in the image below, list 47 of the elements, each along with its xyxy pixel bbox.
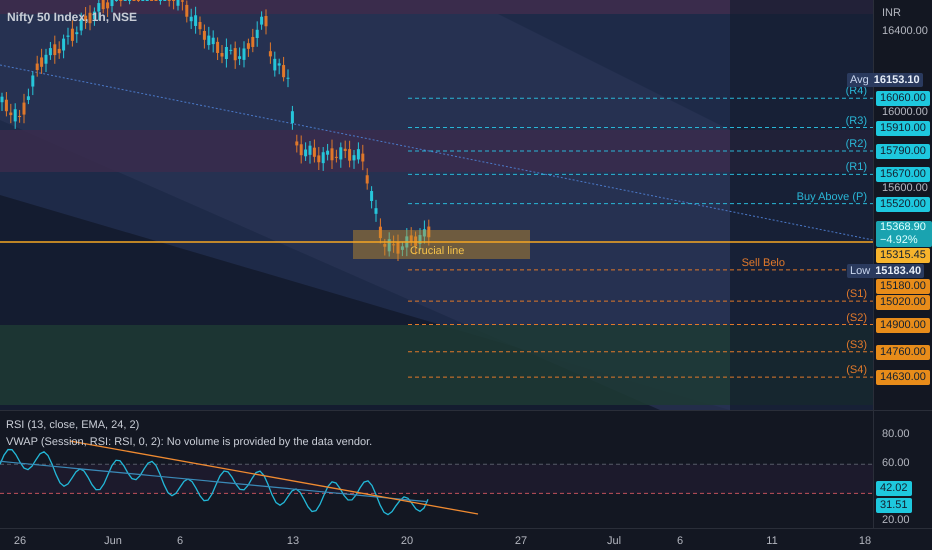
time-tick: 11	[766, 534, 778, 549]
level-label: (R3)	[846, 116, 867, 127]
rsi-tick: 80.00	[882, 429, 910, 440]
level-label: (S2)	[846, 312, 867, 324]
time-tick: 26	[14, 534, 26, 549]
time-tick: 27	[514, 534, 528, 549]
level-label: Buy Above (P)	[796, 192, 867, 203]
time-tick: Jun	[104, 534, 122, 549]
level-label: (S4)	[846, 365, 867, 376]
rsi-tick: 60.00	[882, 458, 910, 470]
time-tick: 20	[400, 534, 414, 549]
stat-label: Low	[850, 264, 870, 279]
price-tag: 15315.45	[876, 248, 930, 264]
price-tick: 16000.00	[882, 107, 928, 118]
time-tick: 6	[676, 534, 684, 549]
rsi-value-tag: 42.02	[876, 481, 912, 496]
time-tick: 13	[286, 534, 300, 549]
level-price-tag: 14760.00	[876, 344, 930, 360]
rsi-title: RSI (13, close, EMA, 24, 2)	[6, 418, 140, 433]
level-price-tag: 15180.00	[876, 279, 930, 294]
level-label: (R2)	[846, 138, 867, 150]
last-price: 15368.90	[880, 221, 927, 234]
level-label: Sell Belo	[742, 258, 785, 269]
level-label: (S3)	[846, 340, 867, 351]
currency-label: INR	[882, 6, 901, 21]
rsi-note: VWAP (Session, RSI: RSI, 0, 2): No volume is provided by the data vendor.	[6, 435, 372, 450]
level-price-tag: 15520.00	[876, 196, 930, 212]
level-label: (R1)	[846, 162, 867, 174]
level-price-tag: 15670.00	[876, 167, 930, 182]
level-label: (S1)	[846, 289, 867, 300]
time-tick: 6	[176, 534, 184, 549]
level-price-tag: 16060.00	[876, 91, 930, 106]
level-price-tag: 15790.00	[876, 144, 930, 159]
level-price-tag: 15910.00	[876, 120, 930, 136]
level-price-tag: 14630.00	[876, 370, 930, 386]
rsi-tick: 20.00	[882, 515, 910, 526]
level-price-tag: 15020.00	[876, 295, 930, 310]
price-tick: 15600.00	[882, 183, 928, 194]
price-tick: 16400.00	[882, 26, 928, 37]
time-tick: Jul	[606, 534, 622, 549]
level-price-tag: 14900.00	[876, 318, 930, 332]
stat-label: Avg	[850, 72, 869, 86]
price-change: −4.92%	[880, 234, 919, 248]
stat-value: 15183.40	[875, 264, 922, 279]
time-tick: 18	[858, 534, 872, 549]
rsi-value-tag: 31.51	[876, 498, 912, 513]
stat-value: 16153.10	[874, 72, 920, 88]
